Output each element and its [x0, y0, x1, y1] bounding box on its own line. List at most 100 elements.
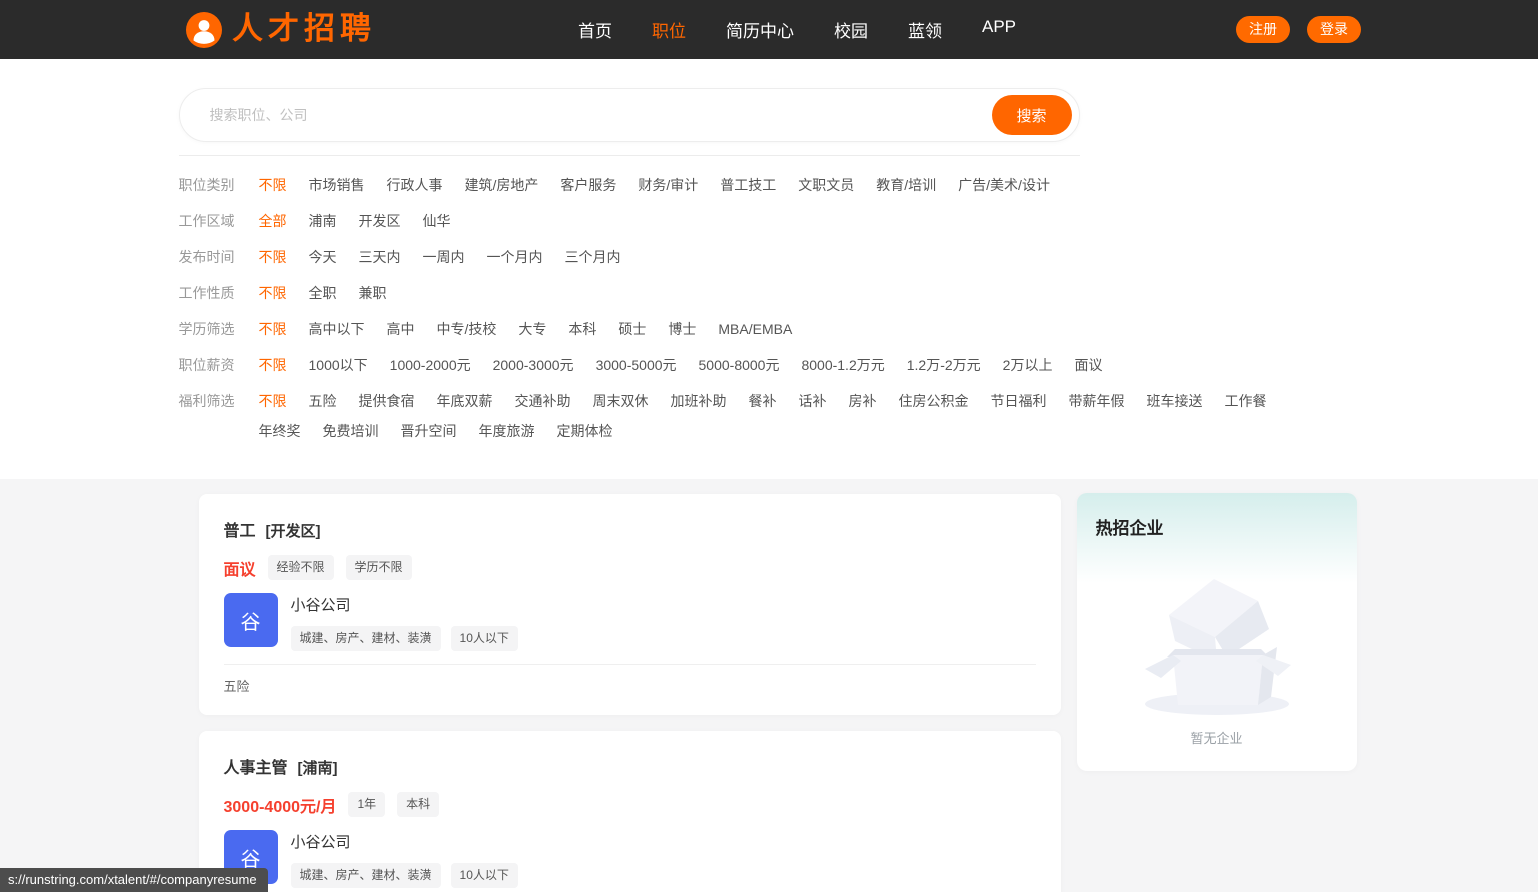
filter-option[interactable]: 不限	[259, 283, 287, 303]
filter-option[interactable]: 一个月内	[487, 247, 543, 267]
filter-option[interactable]: 2万以上	[1003, 355, 1053, 375]
filter-option[interactable]: 班车接送	[1147, 391, 1203, 411]
filter-option[interactable]: 普工技工	[720, 175, 776, 195]
filter-option[interactable]: 节日福利	[991, 391, 1047, 411]
filter-option[interactable]: 加班补助	[671, 391, 727, 411]
job-salary-row: 3000-4000元/月1年本科	[224, 792, 1036, 817]
filter-option[interactable]: 全部	[259, 211, 287, 231]
filter-option[interactable]: 2000-3000元	[493, 355, 574, 375]
filter-option[interactable]: 财务/审计	[638, 175, 698, 195]
filter-option[interactable]: 本科	[568, 319, 596, 339]
site-logo[interactable]: 人才招聘	[185, 11, 376, 49]
nav-item-resume-center[interactable]: 简历中心	[726, 17, 794, 42]
main-nav: 首页 职位 简历中心 校园 蓝领 APP	[578, 17, 1016, 42]
job-area: [开发区]	[266, 520, 321, 541]
filter-option[interactable]: 5000-8000元	[699, 355, 780, 375]
filter-option[interactable]: 年终奖	[259, 421, 301, 441]
filter-rows: 职位类别不限市场销售行政人事建筑/房地产客户服务财务/审计普工技工文职文员教育/…	[179, 175, 1360, 441]
filter-option[interactable]: 五险	[309, 391, 337, 411]
job-tag: 1年	[348, 792, 385, 817]
filter-option[interactable]: 兼职	[359, 283, 387, 303]
filter-option[interactable]: 带薪年假	[1069, 391, 1125, 411]
filter-options-education: 不限 高中以下 高中 中专/技校 大专 本科 硕士 博士 MBA/EMBA	[259, 319, 1279, 339]
filter-option[interactable]: 市场销售	[309, 175, 365, 195]
filter-option[interactable]: 三天内	[359, 247, 401, 267]
filter-option[interactable]: 不限	[259, 247, 287, 267]
filter-option[interactable]: 工作餐	[1225, 391, 1267, 411]
filter-option[interactable]: 高中	[387, 319, 415, 339]
filter-option[interactable]: 高中以下	[309, 319, 365, 339]
filter-option[interactable]: 不限	[259, 391, 287, 411]
filter-option[interactable]: 今天	[309, 247, 337, 267]
filter-options-publish-time: 不限 今天 三天内 一周内 一个月内 三个月内	[259, 247, 1279, 267]
filter-option[interactable]: 教育/培训	[876, 175, 936, 195]
company-tag: 10人以下	[451, 626, 518, 651]
filter-option[interactable]: 仙华	[423, 211, 451, 231]
status-url-tooltip: s://runstring.com/xtalent/#/companyresum…	[0, 868, 268, 892]
filter-option[interactable]: 开发区	[359, 211, 401, 231]
filter-option[interactable]: 免费培训	[323, 421, 379, 441]
search-button[interactable]: 搜索	[992, 95, 1072, 135]
filter-option[interactable]: 大专	[518, 319, 546, 339]
person-icon	[185, 11, 223, 49]
filter-option[interactable]: 年度旅游	[479, 421, 535, 441]
nav-item-campus[interactable]: 校园	[834, 17, 868, 42]
filter-option[interactable]: 客户服务	[560, 175, 616, 195]
job-title: 人事主管	[224, 754, 288, 778]
company-row: 谷小谷公司城建、房产、建材、装潢10人以下	[224, 830, 1036, 888]
filter-option[interactable]: 话补	[799, 391, 827, 411]
login-button[interactable]: 登录	[1307, 16, 1361, 43]
filter-option[interactable]: 一周内	[423, 247, 465, 267]
filter-row-welfare: 福利筛选不限五险提供食宿年底双薪交通补助周末双休加班补助餐补话补房补住房公积金节…	[179, 391, 1360, 441]
search-input[interactable]	[210, 107, 992, 123]
job-card[interactable]: 普工[开发区]面议经验不限学历不限谷小谷公司城建、房产、建材、装潢10人以下五险	[199, 494, 1061, 715]
filter-option[interactable]: 面议	[1074, 355, 1102, 375]
job-salary-row: 面议经验不限学历不限	[224, 555, 1036, 580]
filter-option[interactable]: 全职	[309, 283, 337, 303]
filter-option[interactable]: 8000-1.2万元	[801, 355, 884, 375]
nav-item-jobs[interactable]: 职位	[652, 17, 686, 42]
filter-options-welfare: 不限 五险 提供食宿 年底双薪 交通补助 周末双休 加班补助 餐补 话补 房补 住房公积金 节日福利 带…	[259, 391, 1279, 441]
empty-text: 暂无企业	[1077, 728, 1357, 747]
filter-option[interactable]: 广告/美术/设计	[958, 175, 1050, 195]
nav-item-blue-collar[interactable]: 蓝领	[908, 17, 942, 42]
filter-option[interactable]: 中专/技校	[437, 319, 497, 339]
filter-option[interactable]: 周末双休	[593, 391, 649, 411]
filter-label-job-nature: 工作性质	[179, 283, 259, 303]
filter-option[interactable]: 文职文员	[798, 175, 854, 195]
filter-option[interactable]: 年底双薪	[437, 391, 493, 411]
filter-option[interactable]: 不限	[259, 175, 287, 195]
filter-option[interactable]: 行政人事	[387, 175, 443, 195]
nav-item-home[interactable]: 首页	[578, 17, 612, 42]
site-header: 人才招聘 首页 职位 简历中心 校园 蓝领 APP 注册 登录	[0, 0, 1538, 59]
filter-option[interactable]: 1000以下	[309, 355, 368, 375]
filter-label-education: 学历筛选	[179, 319, 259, 339]
filter-option[interactable]: 博士	[668, 319, 696, 339]
filter-option[interactable]: 浦南	[309, 211, 337, 231]
filter-option[interactable]: 1.2万-2万元	[907, 355, 981, 375]
filter-option[interactable]: 硕士	[618, 319, 646, 339]
filter-option[interactable]: 提供食宿	[359, 391, 415, 411]
filter-option[interactable]: 3000-5000元	[596, 355, 677, 375]
filter-option[interactable]: 建筑/房地产	[465, 175, 539, 195]
filter-option[interactable]: MBA/EMBA	[718, 319, 792, 339]
filter-option[interactable]: 餐补	[749, 391, 777, 411]
filter-label-publish-time: 发布时间	[179, 247, 259, 267]
filter-option[interactable]: 不限	[259, 319, 287, 339]
filter-option[interactable]: 不限	[259, 355, 287, 375]
register-button[interactable]: 注册	[1236, 16, 1290, 43]
filter-option[interactable]: 晋升空间	[401, 421, 457, 441]
filter-option[interactable]: 交通补助	[515, 391, 571, 411]
filter-option[interactable]: 房补	[849, 391, 877, 411]
filter-label-salary: 职位薪资	[179, 355, 259, 375]
job-card[interactable]: 人事主管 [浦南] 3000-4000元/月1年本科谷小谷公司城建、房产、建材、装潢…	[199, 731, 1061, 892]
nav-item-app[interactable]: APP	[982, 17, 1016, 42]
filter-option[interactable]: 定期体检	[557, 421, 613, 441]
company-tag: 城建、房产、建材、装潢	[291, 863, 441, 888]
filter-option[interactable]: 住房公积金	[899, 391, 969, 411]
job-area: [浦南]	[298, 757, 338, 778]
filter-option[interactable]: 1000-2000元	[390, 355, 471, 375]
filter-option[interactable]: 三个月内	[565, 247, 621, 267]
filter-row-category: 职位类别不限市场销售行政人事建筑/房地产客户服务财务/审计普工技工文职文员教育/…	[179, 175, 1360, 195]
company-tag: 城建、房产、建材、装潢	[291, 626, 441, 651]
